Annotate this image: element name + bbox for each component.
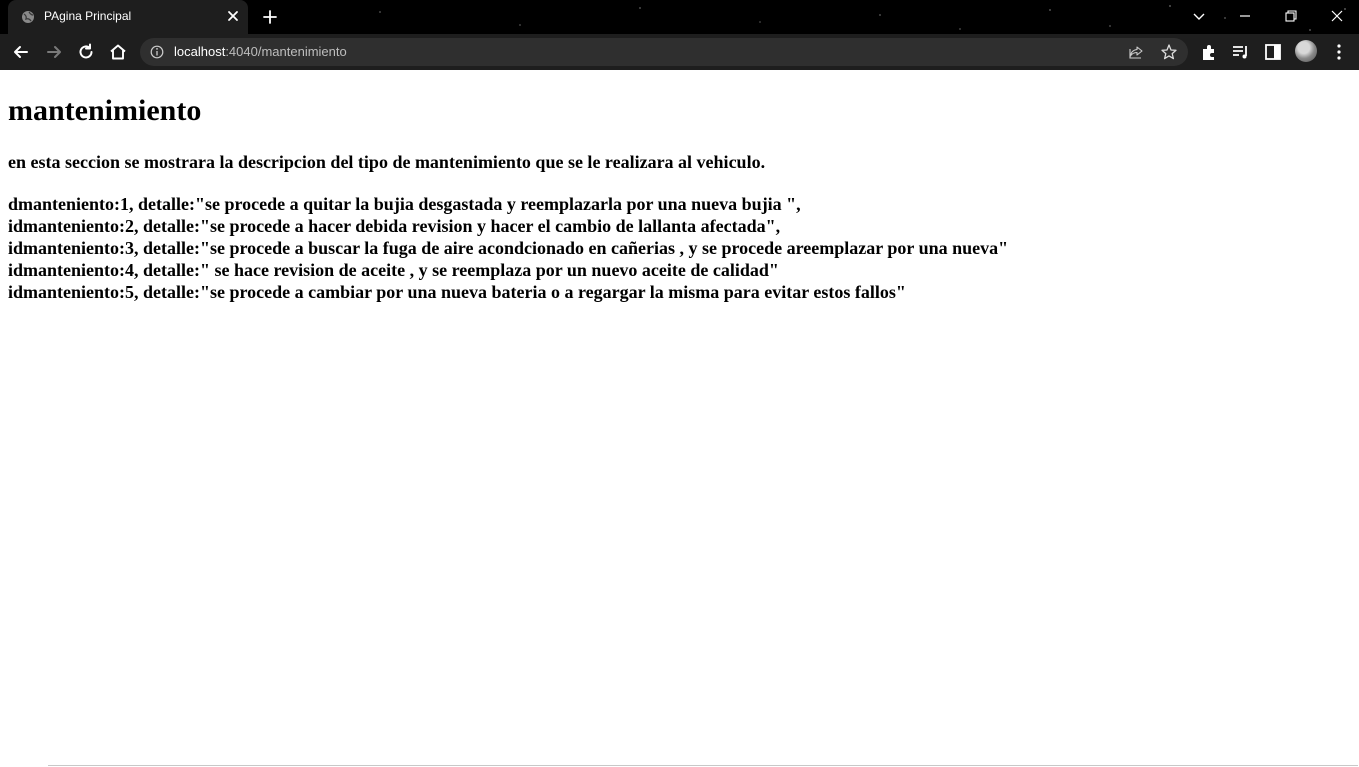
browser-toolbar: localhost:4040/mantenimiento xyxy=(0,34,1359,70)
list-item: dmanteniento:1, detalle:"se procede a qu… xyxy=(8,194,801,214)
site-info-icon[interactable] xyxy=(150,45,164,59)
close-tab-icon[interactable] xyxy=(224,7,242,25)
list-item: idmanteniento:4, detalle:" se hace revis… xyxy=(8,260,779,280)
restore-icon[interactable] xyxy=(1283,8,1299,24)
side-panel-icon[interactable] xyxy=(1263,42,1283,62)
list-item: idmanteniento:2, detalle:"se procede a h… xyxy=(8,216,781,236)
globe-icon xyxy=(22,11,34,23)
address-bar[interactable]: localhost:4040/mantenimiento xyxy=(140,38,1188,66)
browser-tab[interactable]: PAgina Principal xyxy=(8,0,248,34)
more-menu-icon[interactable] xyxy=(1329,42,1349,62)
tab-search-chevron-icon[interactable] xyxy=(1191,8,1207,24)
divider xyxy=(48,765,1358,766)
close-window-icon[interactable] xyxy=(1329,8,1345,24)
profile-avatar[interactable] xyxy=(1295,40,1317,62)
forward-arrow-icon[interactable] xyxy=(44,42,64,62)
page-description: en esta seccion se mostrara la descripci… xyxy=(8,152,766,172)
list-item: idmanteniento:3, detalle:"se procede a b… xyxy=(8,238,1009,258)
new-tab-icon[interactable] xyxy=(261,8,279,26)
url-text[interactable]: localhost:4040/mantenimiento xyxy=(174,44,347,59)
browser-chrome: PAgina Principal localhost:4040/mantenim… xyxy=(0,0,1359,70)
extensions-icon[interactable] xyxy=(1199,42,1219,62)
page-content: mantenimiento en esta seccion se mostrar… xyxy=(0,70,1359,767)
url-host: localhost xyxy=(174,44,226,59)
url-path: :4040/mantenimiento xyxy=(225,44,347,59)
tab-title: PAgina Principal xyxy=(44,9,132,23)
media-queue-icon[interactable] xyxy=(1231,42,1251,62)
list-item: idmanteniento:5, detalle:"se procede a c… xyxy=(8,282,906,302)
back-arrow-icon[interactable] xyxy=(11,42,31,62)
page-title: mantenimiento xyxy=(8,94,202,127)
bookmark-star-icon[interactable] xyxy=(1160,43,1178,61)
share-icon[interactable] xyxy=(1128,44,1144,60)
home-icon[interactable] xyxy=(108,42,128,62)
minimize-icon[interactable] xyxy=(1237,8,1253,24)
maintenance-records: dmanteniento:1, detalle:"se procede a qu… xyxy=(8,193,1008,303)
reload-icon[interactable] xyxy=(76,42,96,62)
